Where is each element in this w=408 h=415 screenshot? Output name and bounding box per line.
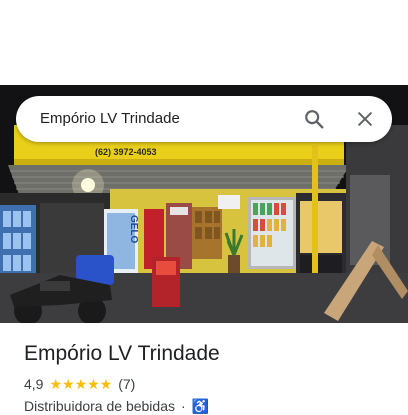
search-input[interactable]: Empório LV Trindade [40, 96, 180, 142]
separator-dot: · [180, 398, 186, 414]
category-row: Distribuidora de bebidas · ♿ [24, 397, 209, 415]
rating-row[interactable]: 4,9 ★★★★★ (7) [24, 375, 135, 393]
cooler-label: GELO [128, 215, 139, 244]
close-button[interactable] [349, 103, 381, 135]
place-title: Empório LV Trindade [24, 342, 220, 365]
sign-phone: (62) 3972-4053 [95, 147, 157, 157]
search-icon [305, 110, 324, 129]
search-bar[interactable]: Empório LV Trindade [16, 96, 392, 142]
review-count[interactable]: (7) [118, 376, 135, 392]
close-icon [358, 112, 372, 126]
rating-stars: ★★★★★ [49, 375, 113, 392]
wheelchair-icon: ♿ [191, 397, 210, 414]
place-category: Distribuidora de bebidas [24, 398, 175, 414]
rating-value: 4,9 [24, 376, 44, 392]
search-button[interactable] [298, 103, 330, 135]
